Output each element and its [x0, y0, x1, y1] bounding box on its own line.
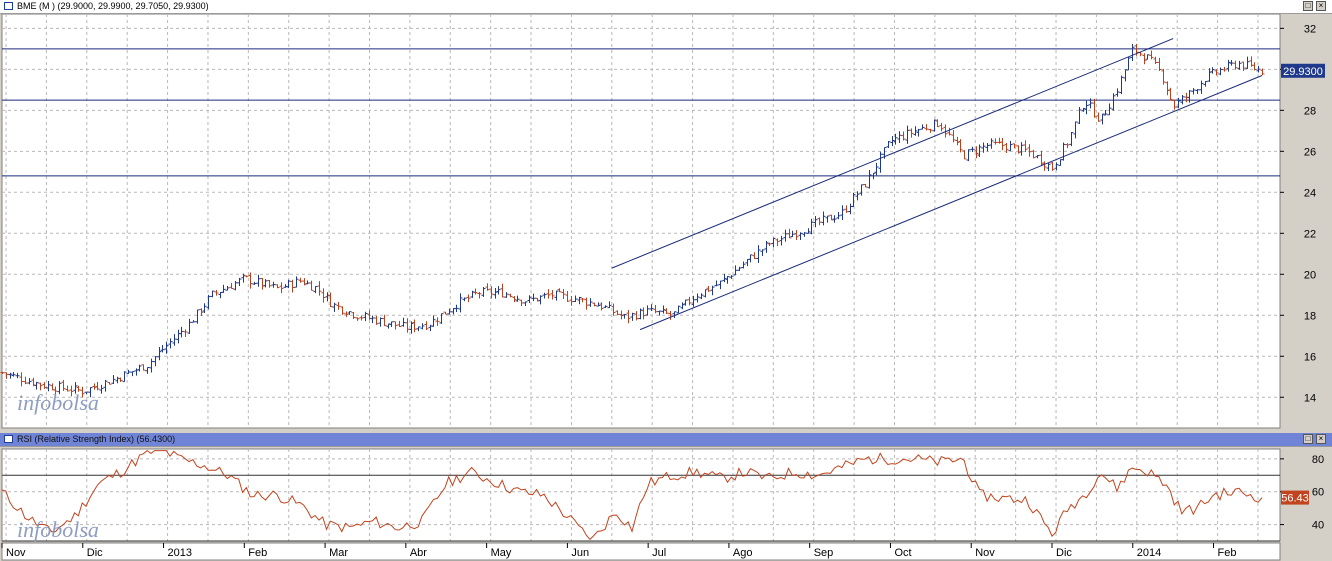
window-icon: [4, 435, 13, 443]
y-tick-label: 18: [1304, 310, 1316, 322]
plot-area: [1, 14, 1281, 429]
x-tick-label: Nov: [6, 547, 26, 559]
x-axis-strip: [1, 542, 1281, 561]
x-tick-label: Dic: [1056, 547, 1072, 559]
rsi-panel-titlebar: RSI (Relative Strength Index) (56.4300) …: [0, 433, 1332, 447]
x-tick-label: Abr: [410, 547, 427, 559]
x-tick-label: Mar: [329, 547, 348, 559]
x-tick-label: Oct: [894, 547, 911, 559]
restore-button[interactable]: □: [1303, 1, 1313, 11]
x-tick-label: 2013: [168, 547, 192, 559]
x-tick-label: 2014: [1137, 547, 1161, 559]
watermark-logo: infobolsa: [17, 390, 99, 415]
last-value-label: 29.9300: [1283, 66, 1323, 78]
y-tick-label: 32: [1304, 23, 1316, 35]
close-button[interactable]: ×: [1316, 434, 1326, 444]
x-tick-label: May: [491, 547, 512, 559]
window-icon: [4, 2, 13, 10]
x-tick-label: Feb: [1218, 547, 1237, 559]
y-tick-label: 14: [1304, 392, 1316, 404]
x-tick-label: Sep: [814, 547, 834, 559]
x-tick-label: Ago: [733, 547, 753, 559]
x-tick-label: Feb: [248, 547, 267, 559]
price-panel: BME (M ) (29.9000, 29.9900, 29.7050, 29.…: [0, 0, 1332, 432]
price-chart: 1416182022242628303229.9300infobolsa: [0, 14, 1332, 432]
restore-button[interactable]: □: [1303, 434, 1313, 444]
rsi-chart: 40 60 80 56.43 infobolsa Nov Dic 2013 Feb Mar Abr M…: [0, 447, 1332, 561]
y-tick-label: 28: [1304, 105, 1316, 117]
rsi-y-tick-label: 60: [1312, 487, 1324, 499]
price-panel-titlebar: BME (M ) (29.9000, 29.9900, 29.7050, 29.…: [0, 0, 1332, 14]
x-tick-label: Nov: [975, 547, 995, 559]
y-tick-label: 16: [1304, 351, 1316, 363]
y-tick-label: 20: [1304, 269, 1316, 281]
x-tick-label: Jun: [571, 547, 589, 559]
rsi-panel-title: RSI (Relative Strength Index) (56.4300): [17, 434, 176, 444]
price-panel-title: BME (M ) (29.9000, 29.9900, 29.7050, 29.…: [17, 1, 209, 11]
y-tick-label: 24: [1304, 187, 1316, 199]
x-tick-label: Dic: [87, 547, 103, 559]
rsi-last-value-label: 56.43: [1281, 493, 1309, 505]
rsi-panel: RSI (Relative Strength Index) (56.4300) …: [0, 433, 1332, 561]
watermark-logo: infobolsa: [17, 517, 99, 542]
y-tick-label: 26: [1304, 146, 1316, 158]
rsi-y-tick-label: 40: [1312, 520, 1324, 532]
x-tick-label: Jul: [652, 547, 666, 559]
rsi-y-tick-label: 80: [1312, 454, 1324, 466]
y-tick-label: 22: [1304, 228, 1316, 240]
close-button[interactable]: ×: [1316, 1, 1326, 11]
